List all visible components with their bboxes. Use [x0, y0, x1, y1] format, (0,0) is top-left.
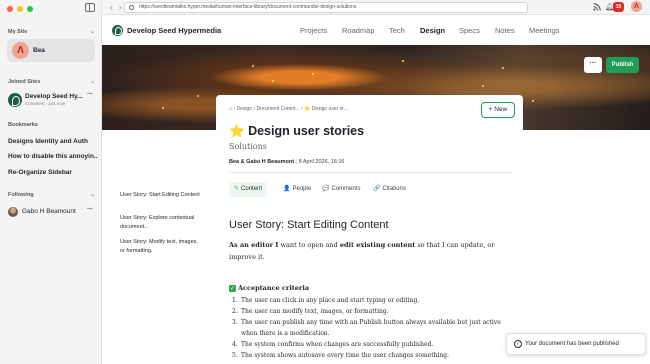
chevron-down-icon[interactable]: ⌄	[90, 78, 95, 85]
sidebar-toggle-icon[interactable]	[85, 3, 95, 12]
list-item: 2. The user can modify text, images, or f…	[232, 308, 389, 315]
my-site-label: My Site	[8, 29, 28, 35]
notification-badge[interactable]: 15	[613, 2, 624, 12]
person-icon: 👤	[283, 186, 291, 192]
section-heading: User Story: Start Editing Content	[229, 219, 389, 231]
site-header: Develop Seed Hypermedia Projects Roadmap…	[102, 16, 650, 45]
avatar	[8, 207, 18, 217]
site-title[interactable]: Develop Seed Hypermedia	[127, 26, 221, 35]
minimize-window-button[interactable]	[17, 6, 23, 12]
intro-bold: edit existing content	[339, 241, 416, 249]
avatar[interactable]: Λ	[631, 1, 642, 12]
sidebar: My Site ⌄ Λ Bea Joined Sites ⌄ Develop S…	[0, 0, 102, 364]
page-title: ⭐ Design user stories	[229, 124, 364, 139]
my-site-avatar: Λ	[12, 42, 29, 59]
checkmark-icon: ✓	[229, 285, 236, 292]
nav-notes[interactable]: Notes	[495, 26, 515, 35]
edit-icon: ✎	[234, 186, 240, 192]
page-title-text: Design user stories	[248, 124, 365, 138]
chevron-down-icon[interactable]: ⌄	[90, 28, 95, 35]
tab-people[interactable]: 👤 People	[278, 182, 316, 197]
comment-icon: 💬	[322, 186, 330, 192]
list-item: 5. The system shows autosave every time t…	[232, 352, 449, 359]
maximize-window-button[interactable]	[27, 6, 33, 12]
toc-item[interactable]: User Story: Explore contextual document.…	[120, 214, 200, 231]
list-item-text: The user can publish any time with an Pu…	[241, 319, 501, 337]
breadcrumb[interactable]: ⌂ › Design › Document Comm... › ⭐ Design…	[229, 106, 348, 112]
intro-paragraph: As an editor I want to open and edit exi…	[229, 239, 519, 263]
tab-label: Content	[241, 186, 263, 192]
bookmark-item[interactable]: Re-Organize Sidebar	[8, 169, 72, 176]
nav-roadmap[interactable]: Roadmap	[342, 26, 375, 35]
following-name[interactable]: Gabo H Beamount	[22, 208, 76, 215]
rss-icon[interactable]	[593, 3, 601, 11]
document-date: 8 April 2026, 16:16	[298, 159, 345, 165]
list-item-text: The user can click in any place and star…	[241, 297, 420, 304]
list-item: 4. The system confirms when changes are s…	[232, 341, 434, 348]
chevron-down-icon[interactable]: ⌄	[90, 191, 95, 198]
tab-comments[interactable]: 💬 Comments	[317, 182, 366, 197]
list-item: 1. The user can click in any place and st…	[232, 297, 420, 304]
acceptance-label: Acceptance criteria	[238, 284, 310, 292]
joined-site-logo-icon	[8, 93, 22, 107]
publish-button[interactable]: Publish	[606, 57, 639, 73]
site-logo-icon[interactable]	[112, 25, 123, 36]
nav-tech[interactable]: Tech	[389, 26, 405, 35]
check-circle-icon: ✓	[514, 340, 522, 348]
more-options-icon[interactable]: ···	[87, 91, 93, 98]
acceptance-heading: ✓ Acceptance criteria	[229, 284, 309, 292]
toc-item[interactable]: User Story: Start Editing Content	[120, 191, 200, 200]
url-text: https://seedteamtalks.hyper.media/human-…	[139, 4, 357, 10]
intro-bold: As an editor I	[229, 241, 279, 249]
list-item-text: The system shows autosave every time the…	[241, 352, 449, 359]
divider	[229, 172, 512, 173]
following-label: Following	[8, 192, 34, 198]
my-site-name: Bea	[33, 47, 45, 54]
joined-sites-label: Joined Sites	[8, 79, 41, 85]
toast-message: Your document has been published	[525, 341, 619, 347]
list-item-text: The user can modify text, images, or for…	[241, 308, 389, 315]
bookmark-item[interactable]: Designs Identity and Auth	[8, 138, 88, 145]
tab-citations[interactable]: 🔗 Citations	[368, 182, 411, 197]
list-item-text: The system confirms when changes are suc…	[241, 341, 434, 348]
nav-design[interactable]: Design	[420, 26, 445, 35]
search-icon	[129, 4, 134, 10]
intro-text: want to open and	[278, 241, 340, 249]
url-field[interactable]: https://seedteamtalks.hyper.media/human-…	[124, 2, 528, 13]
nav-specs[interactable]: Specs	[459, 26, 480, 35]
new-button-label: New	[494, 106, 508, 113]
tab-label: Citations	[382, 186, 406, 192]
bookmark-item[interactable]: How to disable this annoyin...	[8, 153, 98, 160]
my-site-card[interactable]: Λ Bea	[7, 39, 95, 62]
joined-site-name[interactable]: Develop Seed Hy...	[25, 93, 83, 100]
toast-notification[interactable]: ✓ Your document has been published	[506, 333, 646, 355]
tab-label: Comments	[331, 186, 361, 192]
tab-label: People	[292, 186, 312, 192]
close-window-button[interactable]	[7, 6, 13, 12]
bookmarks-label: Bookmarks	[8, 122, 38, 128]
more-options-button[interactable]: ···	[584, 57, 602, 73]
nav-projects[interactable]: Projects	[300, 26, 327, 35]
tab-content[interactable]: ✎ Content	[229, 182, 268, 197]
joined-site-activity: Comment · just now	[25, 101, 66, 106]
toc-item[interactable]: User Story: Modify text, images, or form…	[120, 238, 200, 255]
list-item: 3. The user can publish any time with an …	[232, 319, 501, 337]
star-icon: ⭐	[229, 124, 245, 138]
browser-toolbar: ‹ › https://seedteamtalks.hyper.media/hu…	[102, 0, 650, 15]
criteria-list: 1. The user can click in any place and st…	[232, 295, 517, 361]
more-options-icon[interactable]: ···	[87, 206, 93, 213]
window-controls	[7, 6, 33, 12]
document-meta: Bea & Gabo H Beaumont | 8 April 2026, 16…	[229, 159, 345, 165]
link-icon: 🔗	[373, 186, 381, 192]
nav-meetings[interactable]: Meetings	[529, 26, 559, 35]
back-forward-icon[interactable]: ‹ ›	[110, 3, 124, 12]
new-document-button[interactable]: + New	[481, 102, 515, 118]
page-subtitle: Solutions	[229, 142, 267, 151]
document-authors[interactable]: Bea & Gabo H Beaumont	[229, 159, 294, 165]
